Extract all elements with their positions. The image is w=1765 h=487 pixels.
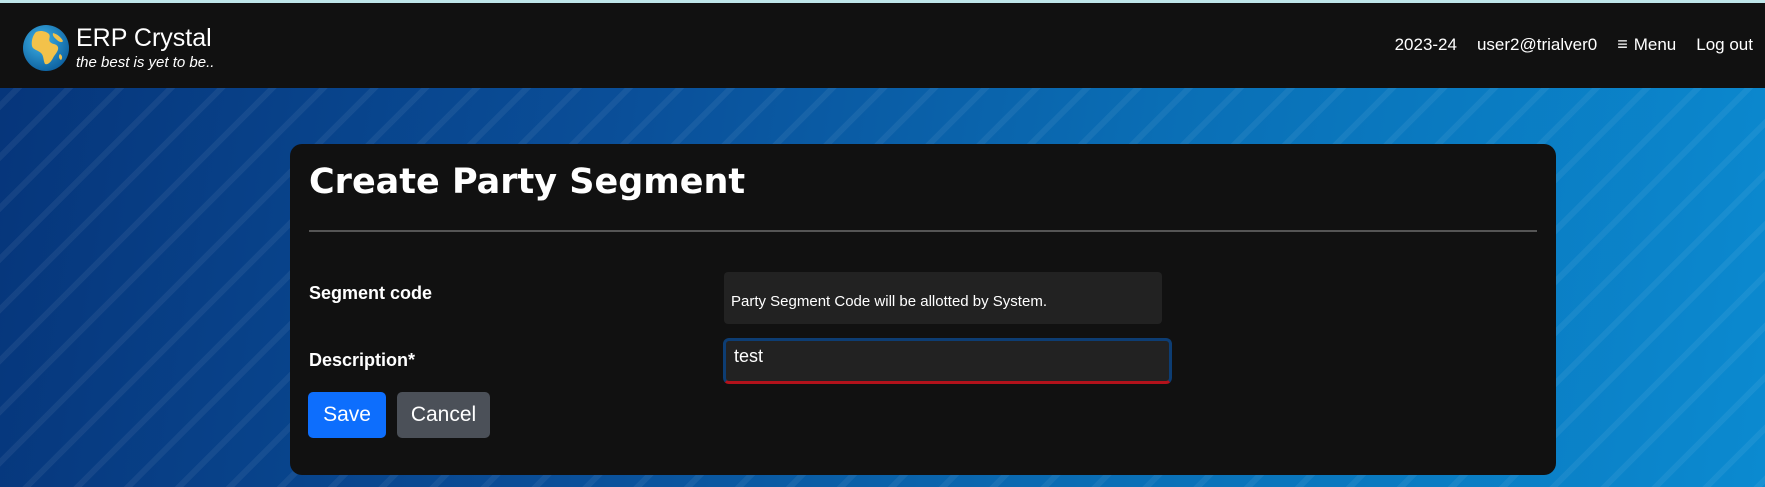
page-title: Create Party Segment: [309, 162, 746, 202]
segment-code-info: Party Segment Code will be allotted by S…: [724, 272, 1162, 324]
app-name: ERP Crystal: [76, 24, 212, 52]
fiscal-year[interactable]: 2023-24: [1395, 35, 1457, 55]
cancel-button[interactable]: Cancel: [397, 392, 490, 438]
navbar-right: 2023-24 user2@trialver0 ≡ Menu Log out: [1375, 34, 1753, 55]
app-tagline: the best is yet to be..: [76, 54, 215, 71]
menu-button[interactable]: ≡ Menu: [1617, 34, 1676, 55]
description-input[interactable]: [723, 338, 1172, 384]
user-email[interactable]: user2@trialver0: [1477, 35, 1597, 55]
description-label: Description*: [309, 350, 416, 370]
navbar: ERP Crystal the best is yet to be.. 2023…: [0, 3, 1765, 88]
create-party-segment-card: Create Party Segment Segment code Party …: [290, 144, 1556, 475]
segment-code-label: Segment code: [309, 283, 433, 303]
logout-link[interactable]: Log out: [1696, 35, 1753, 55]
menu-label: Menu: [1633, 34, 1677, 54]
globe-icon: [23, 25, 69, 71]
save-button[interactable]: Save: [308, 392, 386, 438]
brand-link[interactable]: ERP Crystal the best is yet to be..: [22, 24, 214, 72]
title-divider: [309, 230, 1537, 232]
hamburger-icon: ≡: [1617, 34, 1628, 54]
